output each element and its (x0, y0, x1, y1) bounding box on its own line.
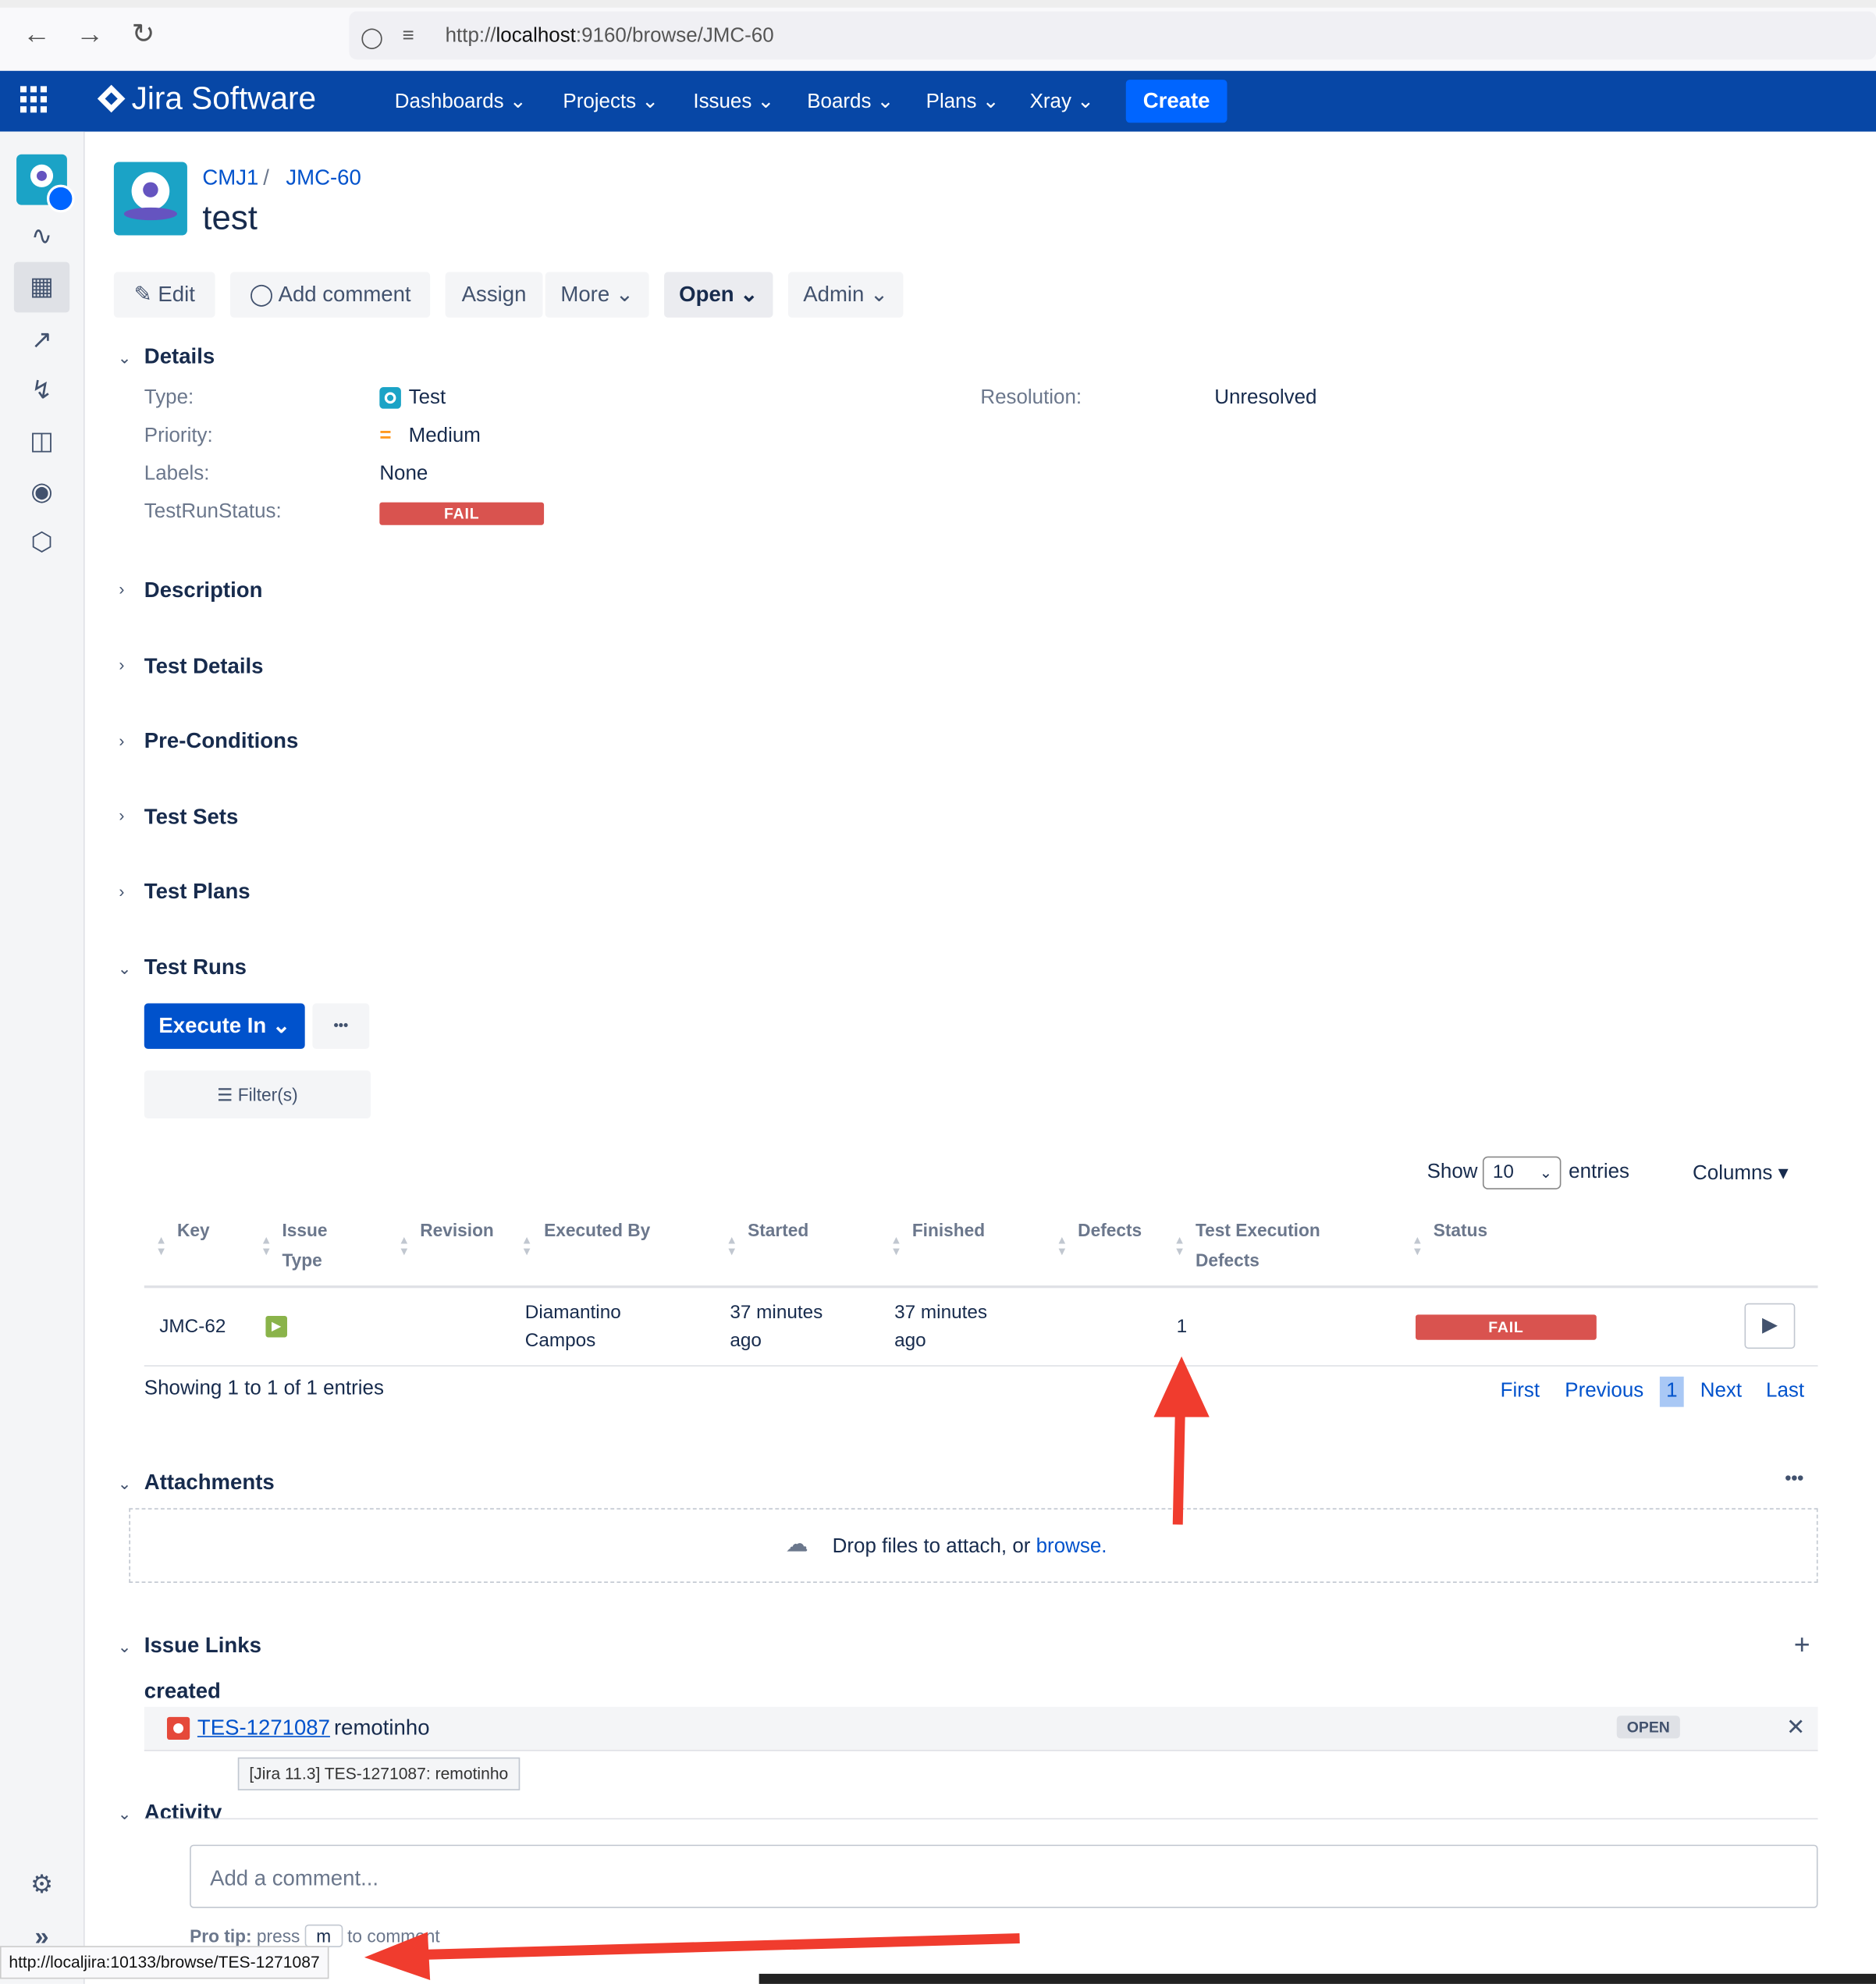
annotation-arrow-up-shaft (1172, 1404, 1185, 1525)
annotation-arrow-left-shaft (417, 1933, 1020, 1961)
annotation-arrows (364, 1356, 1210, 1981)
annotation-arrow-up-head (1153, 1356, 1210, 1417)
annotation-arrow-left-head (364, 1932, 431, 1981)
